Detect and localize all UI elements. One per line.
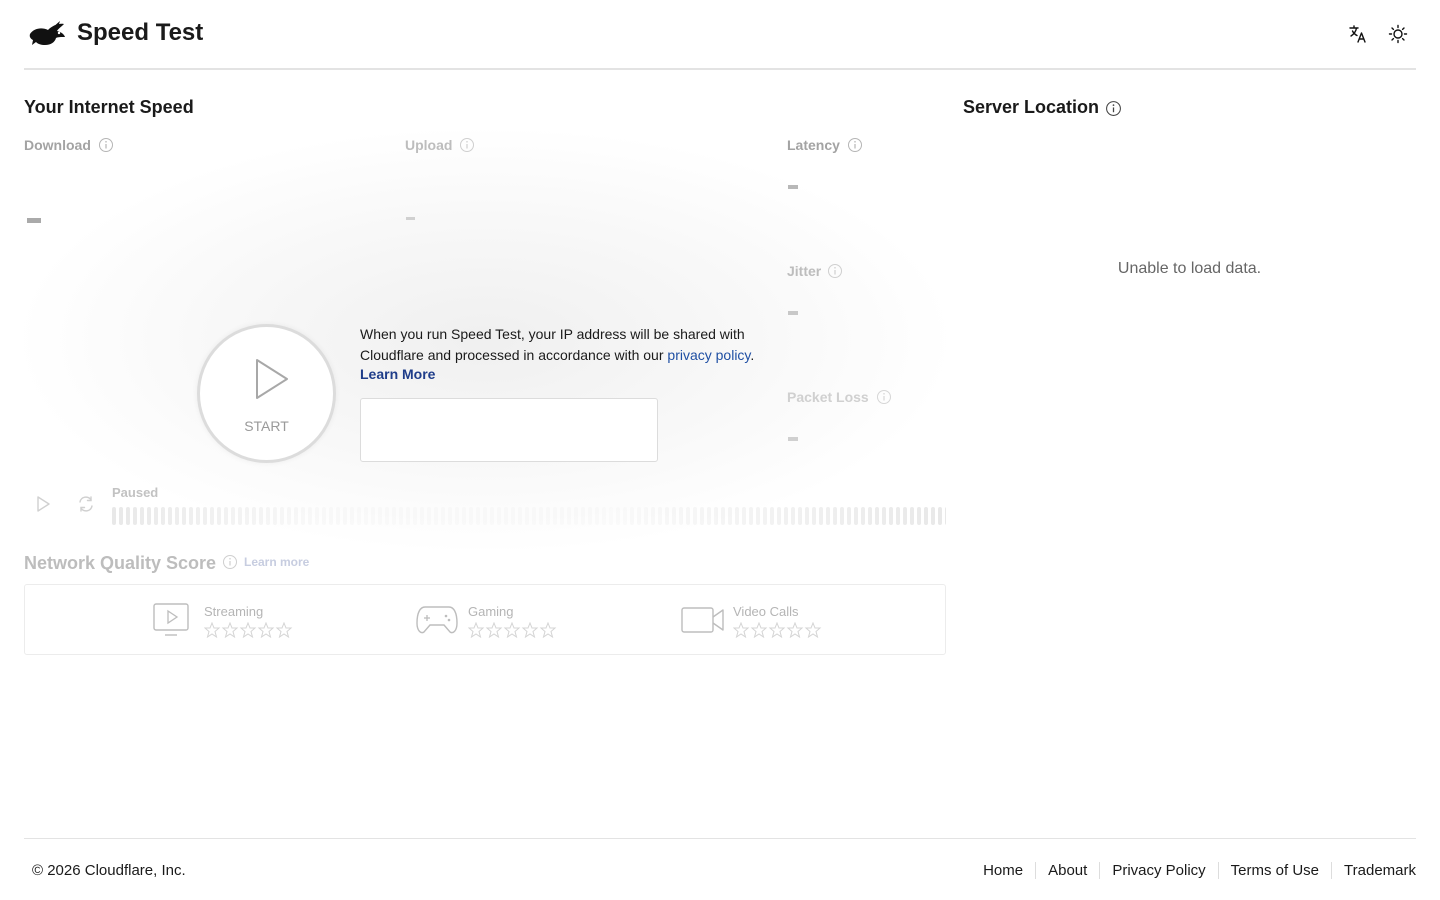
play-small-icon[interactable] xyxy=(34,495,52,513)
test-status: Paused xyxy=(112,485,159,500)
tv-play-icon xyxy=(153,603,189,636)
start-button[interactable]: START xyxy=(197,324,336,463)
streaming-label: Streaming xyxy=(204,604,264,619)
consent-box xyxy=(360,398,658,462)
download-value-placeholder xyxy=(27,218,41,223)
footer-link-home[interactable]: Home xyxy=(971,862,1035,879)
sun-icon[interactable] xyxy=(1388,24,1408,44)
progress-track xyxy=(112,507,946,525)
brand-title: Speed Test xyxy=(77,19,204,46)
packet-loss-info-icon[interactable] xyxy=(876,389,892,405)
jitter-value-placeholder xyxy=(788,311,798,315)
gamepad-icon xyxy=(416,606,458,634)
footer: © 2026 Cloudflare, Inc. Home About Priva… xyxy=(24,838,1416,900)
latency-label: Latency xyxy=(787,137,840,153)
latency-info-icon[interactable] xyxy=(847,137,863,153)
footer-link-terms-of-use[interactable]: Terms of Use xyxy=(1217,862,1331,879)
privacy-notice: When you run Speed Test, your IP address… xyxy=(360,324,780,366)
gaming-label: Gaming xyxy=(468,604,514,619)
privacy-notice-end: . xyxy=(750,347,755,363)
footer-links: Home About Privacy Policy Terms of Use T… xyxy=(971,862,1416,879)
header: Speed Test xyxy=(24,0,1416,70)
rabbit-logo-icon[interactable] xyxy=(28,20,66,48)
network-quality-title: Network Quality Score xyxy=(24,553,217,573)
upload-info-icon[interactable] xyxy=(459,137,475,153)
jitter-label: Jitter xyxy=(787,263,822,279)
copyright: © 2026 Cloudflare, Inc. xyxy=(32,862,186,879)
video-camera-icon xyxy=(681,607,724,633)
footer-link-trademark[interactable]: Trademark xyxy=(1331,862,1416,879)
footer-link-about[interactable]: About xyxy=(1035,862,1099,879)
jitter-info-icon[interactable] xyxy=(827,263,843,279)
upload-label: Upload xyxy=(405,137,453,153)
latency-value-placeholder xyxy=(788,185,798,189)
gaming-rating-stars xyxy=(468,622,557,638)
footer-link-privacy-policy[interactable]: Privacy Policy xyxy=(1099,862,1217,879)
server-location-info-icon[interactable] xyxy=(1105,100,1122,117)
network-quality-info-icon[interactable] xyxy=(222,554,238,570)
packet-loss-label: Packet Loss xyxy=(787,389,869,405)
network-quality-card: Streaming Gaming Video Calls xyxy=(24,584,946,655)
internet-speed-title: Your Internet Speed xyxy=(24,97,194,117)
video-calls-rating-stars xyxy=(733,622,822,638)
server-location-title: Server Location xyxy=(963,97,1100,117)
privacy-policy-link[interactable]: privacy policy xyxy=(667,347,750,363)
server-location-message: Unable to load data. xyxy=(1117,260,1262,277)
learn-more-link[interactable]: Learn More xyxy=(360,366,435,382)
streaming-rating-stars xyxy=(204,622,293,638)
network-quality-learn-more[interactable]: Learn more xyxy=(244,555,309,569)
upload-value-placeholder xyxy=(406,217,415,220)
start-label: START xyxy=(244,418,289,434)
packet-loss-value-placeholder xyxy=(788,437,798,441)
translate-icon[interactable] xyxy=(1348,24,1368,44)
play-icon xyxy=(256,359,288,399)
download-info-icon[interactable] xyxy=(98,137,114,153)
retry-icon[interactable] xyxy=(77,495,95,513)
download-label: Download xyxy=(24,137,91,153)
video-calls-label: Video Calls xyxy=(733,604,799,619)
